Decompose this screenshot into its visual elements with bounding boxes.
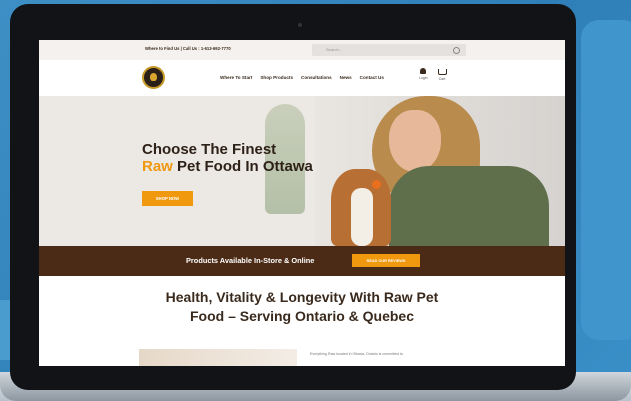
laptop-frame: Where to Find Us | Call Us : 1-613-692-7… <box>10 4 576 390</box>
nav-item-news[interactable]: News <box>340 75 352 80</box>
availability-text: Products Available In-Store & Online <box>186 256 315 265</box>
nav-item-contact-us[interactable]: Contact Us <box>360 75 384 80</box>
hero-ball <box>372 180 381 189</box>
section-headline-line1: Health, Vitality & Longevity With Raw Pe… <box>165 289 439 305</box>
availability-band: Products Available In-Store & Online REA… <box>39 246 565 276</box>
nav-item-where-to-start[interactable]: Where To Start <box>220 75 252 80</box>
top-bar: Where to Find Us | Call Us : 1-613-692-7… <box>39 40 565 60</box>
hero-headline-line2: Raw Pet Food In Ottawa <box>142 158 313 175</box>
search-input[interactable]: Search... <box>312 44 466 56</box>
nav-menu: Where To Start Shop Products Consultatio… <box>220 75 384 80</box>
cart-icon <box>437 69 447 75</box>
section-image <box>139 349 297 366</box>
main-nav: Where To Start Shop Products Consultatio… <box>39 60 565 96</box>
camera-icon <box>298 23 302 27</box>
search-icon[interactable] <box>453 47 460 54</box>
hero-headline-raw: Raw <box>142 158 173 175</box>
search-placeholder: Search... <box>326 47 343 52</box>
section-headline-line2: Food – Serving Ontario & Quebec <box>189 308 415 324</box>
hero-headline-line1: Choose The Finest <box>142 141 277 158</box>
hero-banner: Choose The Finest Raw Pet Food In Ottawa… <box>39 96 565 246</box>
hero-woman-shirt <box>389 166 549 246</box>
cart-label: Cart <box>438 77 446 81</box>
site-logo[interactable] <box>142 66 165 89</box>
login-label: Login <box>419 76 428 80</box>
cart-link[interactable]: Cart <box>437 68 447 81</box>
website-screen: Where to Find Us | Call Us : 1-613-692-7… <box>39 40 565 366</box>
hero-dog-chest <box>351 188 373 246</box>
section-paragraph: Everything Raw located in Ottawa, Ontari… <box>310 352 403 356</box>
background-shape <box>581 20 631 340</box>
nav-item-consultations[interactable]: Consultations <box>301 75 332 80</box>
hero-headline-rest: Pet Food In Ottawa <box>172 158 313 175</box>
login-link[interactable]: Login <box>419 68 428 81</box>
account-area: Login Cart <box>419 68 447 81</box>
read-reviews-button[interactable]: READ OUR REVIEWS <box>352 254 420 267</box>
section-headline: Health, Vitality & Longevity With Raw Pe… <box>39 288 565 326</box>
hero-woman-face <box>389 110 441 172</box>
shop-now-button[interactable]: SHOP NOW <box>142 191 193 206</box>
user-icon <box>420 68 427 74</box>
hero-headline: Choose The Finest Raw Pet Food In Ottawa <box>142 141 313 175</box>
nav-item-shop-products[interactable]: Shop Products <box>260 75 293 80</box>
contact-info[interactable]: Where to Find Us | Call Us : 1-613-692-7… <box>145 46 231 51</box>
